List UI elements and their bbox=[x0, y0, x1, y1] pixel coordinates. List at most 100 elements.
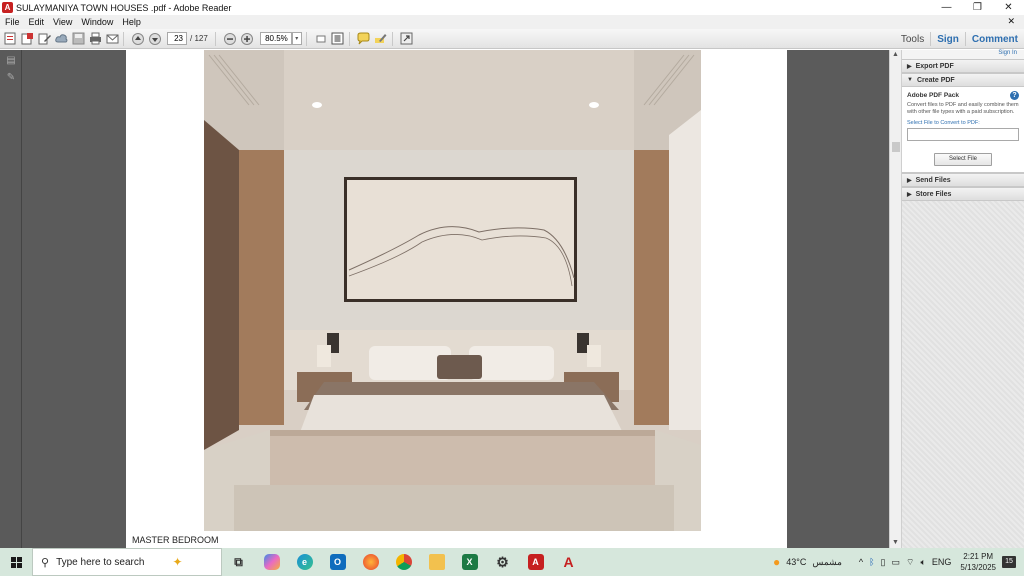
weather-sun-icon: ● bbox=[773, 555, 781, 569]
menu-window[interactable]: Window bbox=[81, 17, 113, 27]
create-pdf-body: Adobe PDF Pack ? Convert files to PDF an… bbox=[902, 87, 1024, 173]
toolbar-separator bbox=[391, 31, 393, 46]
send-files-label: Send Files bbox=[915, 176, 951, 184]
next-page-icon[interactable] bbox=[148, 32, 162, 46]
maximize-button[interactable]: ❐ bbox=[962, 0, 993, 15]
clock-date: 5/13/2025 bbox=[960, 563, 996, 572]
open-pdf-icon[interactable] bbox=[20, 32, 34, 46]
scroll-up-icon[interactable]: ▲ bbox=[890, 50, 901, 60]
pdf-pack-description: Convert files to PDF and easily combine … bbox=[907, 102, 1019, 115]
weather-temperature[interactable]: 43°C bbox=[786, 557, 806, 567]
triangle-right-icon: ▶ bbox=[907, 191, 912, 198]
toolbar-separator bbox=[214, 31, 216, 46]
fullscreen-icon[interactable] bbox=[400, 32, 414, 46]
adobe-reader-icon: A bbox=[2, 2, 13, 13]
cloud-icon[interactable] bbox=[54, 32, 68, 46]
close-button[interactable]: ✕ bbox=[993, 0, 1024, 15]
fit-width-icon[interactable] bbox=[314, 32, 328, 46]
language-indicator[interactable]: ENG bbox=[932, 557, 952, 567]
edge-icon[interactable]: e bbox=[288, 548, 321, 576]
battery-icon[interactable]: ▭ bbox=[892, 557, 901, 568]
firefox-icon[interactable] bbox=[354, 548, 387, 576]
minimize-button[interactable]: — bbox=[931, 0, 962, 15]
file-explorer-icon[interactable] bbox=[420, 548, 453, 576]
zoom-dropdown-icon[interactable]: ▾ bbox=[291, 32, 302, 45]
page-caption: MASTER BEDROOM bbox=[132, 535, 219, 545]
store-files-section[interactable]: ▶ Store Files bbox=[902, 187, 1024, 201]
menu-help[interactable]: Help bbox=[122, 17, 141, 27]
outlook-icon[interactable]: O bbox=[321, 548, 354, 576]
export-pdf-section[interactable]: ▶ Export PDF bbox=[902, 59, 1024, 73]
page-thumbnails-icon[interactable]: ▤ bbox=[5, 55, 17, 67]
start-button[interactable] bbox=[0, 548, 32, 576]
clock[interactable]: 2:21 PM 5/13/2025 bbox=[960, 551, 996, 573]
menu-view[interactable]: View bbox=[53, 17, 72, 27]
page-number-input[interactable] bbox=[167, 32, 187, 45]
adobe-reader-taskbar-icon[interactable]: A bbox=[552, 548, 585, 576]
search-icon: ⚲ bbox=[41, 556, 50, 569]
zoom-input[interactable] bbox=[259, 32, 292, 45]
signature-pen-icon[interactable]: ✎ bbox=[5, 72, 17, 84]
create-pdf-section[interactable]: ▼ Create PDF bbox=[902, 73, 1024, 87]
chevron-up-icon[interactable]: ^ bbox=[859, 557, 863, 567]
title-bar: A SULAYMANIYA TOWN HOUSES .pdf - Adobe R… bbox=[0, 0, 1024, 15]
volume-icon[interactable]: 🔈︎ bbox=[920, 557, 925, 568]
store-files-label: Store Files bbox=[915, 190, 952, 198]
taskbar: ⚲ Type here to search ✦ ⧉ e O X ⚙ A A ● … bbox=[0, 548, 1024, 576]
select-file-field[interactable] bbox=[907, 128, 1019, 141]
tools-panel: Sign In ▶ Export PDF ▼ Create PDF Adobe … bbox=[901, 50, 1024, 548]
email-icon[interactable] bbox=[105, 32, 119, 46]
device-icon[interactable]: ▯ bbox=[881, 557, 886, 568]
bluetooth-icon[interactable]: ᛒ bbox=[869, 557, 874, 567]
help-icon[interactable]: ? bbox=[1010, 91, 1019, 100]
select-file-button[interactable]: Select File bbox=[934, 153, 992, 166]
acrobat-taskbar-icon[interactable]: A bbox=[519, 548, 552, 576]
pdf-pack-header: Adobe PDF Pack ? bbox=[907, 91, 1019, 100]
menu-file[interactable]: File bbox=[5, 17, 20, 27]
create-pdf-icon[interactable] bbox=[3, 32, 17, 46]
select-file-label: Select File to Convert to PDF: bbox=[907, 120, 980, 126]
tools-button[interactable]: Tools bbox=[895, 34, 930, 45]
highlight-icon[interactable] bbox=[374, 32, 388, 46]
menu-edit[interactable]: Edit bbox=[29, 17, 45, 27]
triangle-down-icon: ▼ bbox=[907, 77, 913, 83]
weather-condition[interactable]: مشمس bbox=[812, 557, 842, 568]
toolbar-separator bbox=[123, 31, 124, 46]
excel-icon[interactable]: X bbox=[453, 548, 486, 576]
save-icon[interactable] bbox=[71, 32, 85, 46]
pdf-pack-title: Adobe PDF Pack bbox=[907, 92, 960, 99]
wifi-icon[interactable]: ⌔ bbox=[906, 557, 914, 568]
export-pdf-label: Export PDF bbox=[915, 62, 954, 70]
scroll-thumb[interactable] bbox=[892, 142, 900, 152]
send-files-section[interactable]: ▶ Send Files bbox=[902, 173, 1024, 187]
sparkle-icon: ✦ bbox=[172, 555, 183, 569]
sign-button[interactable]: Sign bbox=[931, 34, 965, 45]
triangle-right-icon: ▶ bbox=[907, 63, 912, 70]
edit-icon[interactable] bbox=[37, 32, 51, 46]
print-icon[interactable] bbox=[88, 32, 102, 46]
chrome-icon[interactable] bbox=[387, 548, 420, 576]
vertical-scrollbar[interactable]: ▲ ▼ bbox=[889, 50, 901, 548]
comment-bubble-icon[interactable] bbox=[357, 32, 371, 46]
zoom-out-icon[interactable] bbox=[223, 32, 237, 46]
notification-badge[interactable]: 15 bbox=[1002, 556, 1016, 568]
triangle-right-icon: ▶ bbox=[907, 177, 912, 184]
clock-time: 2:21 PM bbox=[963, 552, 994, 561]
taskbar-search[interactable]: ⚲ Type here to search ✦ bbox=[32, 548, 222, 576]
zoom-in-icon[interactable] bbox=[240, 32, 254, 46]
scroll-down-icon[interactable]: ▼ bbox=[890, 538, 901, 548]
document-area[interactable]: MASTER BEDROOM bbox=[22, 50, 889, 548]
copilot-icon[interactable] bbox=[255, 548, 288, 576]
fit-page-icon[interactable] bbox=[331, 32, 345, 46]
close-document-button[interactable]: ✕ bbox=[1007, 16, 1015, 27]
previous-page-icon[interactable] bbox=[131, 32, 145, 46]
task-view-icon[interactable]: ⧉ bbox=[222, 548, 255, 576]
toolbar: / 127 ▾ Tools Sign Comment bbox=[0, 29, 1024, 49]
menu-bar: File Edit View Window Help ✕ bbox=[0, 15, 1024, 29]
toolbar-separator bbox=[305, 31, 307, 46]
comment-button[interactable]: Comment bbox=[966, 34, 1024, 45]
sign-in-link[interactable]: Sign In bbox=[902, 50, 1024, 59]
settings-icon[interactable]: ⚙ bbox=[486, 548, 519, 576]
search-placeholder: Type here to search bbox=[56, 556, 145, 568]
pdf-page: MASTER BEDROOM bbox=[126, 50, 787, 548]
